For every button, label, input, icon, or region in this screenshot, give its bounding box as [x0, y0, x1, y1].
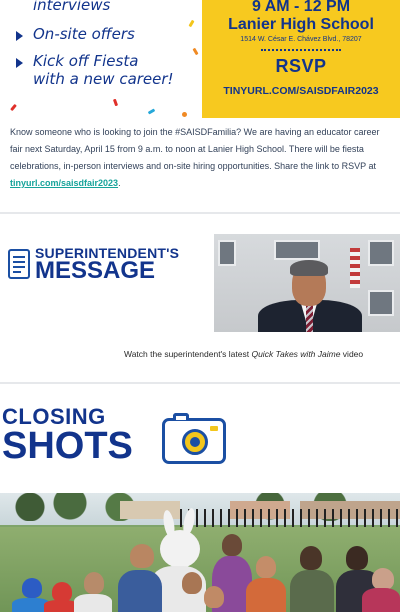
confetti-decoration — [147, 108, 156, 115]
event-address: 1514 W. César E. Chávez Blvd., 78207 — [240, 36, 362, 43]
confetti-decoration — [10, 103, 17, 112]
child — [362, 588, 400, 612]
triangle-bullet-icon — [16, 31, 23, 41]
rsvp-link[interactable]: TINYURL.COM/SAISDFAIR2023 — [202, 85, 400, 97]
bullet-item: Kick off Fiesta with a new career! — [16, 52, 174, 88]
superintendent-message-heading: SUPERINTENDENT'S MESSAGE — [8, 246, 179, 284]
dotted-divider — [261, 49, 341, 51]
child — [204, 586, 224, 608]
video-caption: Watch the superintendent's latest Quick … — [124, 349, 364, 359]
child — [44, 600, 78, 612]
child — [290, 570, 334, 612]
child — [22, 578, 42, 598]
banner-bullets: interviews On-site offers Kick off Fiest… — [0, 0, 202, 118]
flag-image — [350, 248, 360, 288]
child — [300, 546, 322, 570]
bullet-text: with a new career! — [33, 70, 174, 88]
child — [74, 594, 112, 612]
document-icon — [8, 249, 30, 279]
rsvp-inline-link[interactable]: tinyurl.com/saisdfair2023 — [10, 178, 118, 188]
section-divider — [0, 382, 400, 384]
event-time: 9 AM - 12 PM — [251, 0, 351, 15]
child — [222, 534, 242, 556]
confetti-decoration — [112, 98, 119, 107]
bullet-text: interviews — [33, 0, 111, 14]
child — [246, 578, 286, 612]
camera-icon — [162, 413, 226, 464]
rsvp-heading: RSVP — [275, 56, 327, 76]
description-text: Know someone who is looking to join the … — [10, 127, 380, 171]
event-details: 9 AM - 12 PM Lanier High School 1514 W. … — [202, 0, 400, 118]
child — [118, 570, 162, 612]
superintendent-video-thumbnail[interactable] — [214, 234, 400, 332]
video-title[interactable]: Quick Takes with Jaime — [251, 349, 340, 359]
child — [256, 556, 276, 578]
career-fair-description: Know someone who is looking to join the … — [10, 124, 394, 192]
heading-line-2: MESSAGE — [35, 257, 156, 284]
child — [372, 568, 394, 590]
confetti-decoration — [188, 19, 195, 28]
career-fair-banner[interactable]: interviews On-site offers Kick off Fiest… — [0, 0, 400, 118]
child — [84, 572, 104, 594]
bullet-item: On-site offers — [16, 25, 135, 43]
closing-shots-heading: CLOSING SHOTS — [2, 406, 133, 467]
child — [182, 572, 202, 594]
child — [346, 546, 368, 570]
easter-bunny — [160, 530, 200, 568]
confetti-decoration — [182, 112, 187, 117]
heading-line-2: SHOTS — [2, 425, 133, 467]
bullet-item: interviews — [16, 0, 110, 14]
section-divider — [0, 212, 400, 214]
event-school: Lanier High School — [228, 16, 374, 33]
triangle-bullet-icon — [16, 58, 23, 68]
bullet-text: On-site offers — [33, 25, 135, 43]
child — [52, 582, 72, 602]
bullet-text: Kick off Fiesta — [33, 52, 139, 70]
description-end: . — [118, 178, 121, 188]
confetti-decoration — [192, 47, 199, 56]
child — [130, 544, 154, 568]
